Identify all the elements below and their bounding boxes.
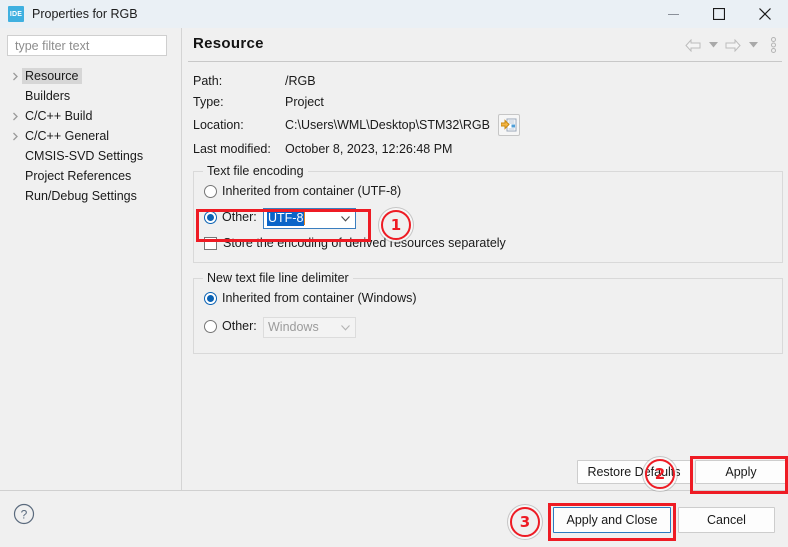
svg-text:?: ? [21,508,28,522]
group-legend: Text file encoding [203,164,308,178]
sidebar-item-label: Resource [22,68,82,84]
help-question-icon[interactable]: ? [13,503,35,525]
encoding-other-radio-row[interactable]: Other: [204,210,257,224]
checkbox-icon[interactable] [204,236,217,250]
sidebar-item-label: Run/Debug Settings [25,189,137,203]
field-label: Location: [193,118,244,132]
encoding-combobox-value: UTF-8 [267,211,305,226]
app-icon: IDE [8,6,24,22]
header-divider [188,61,782,62]
cancel-label: Cancel [707,513,746,527]
field-location: Location: C:\Users\WML\Desktop\STM32\RGB [193,112,520,138]
app-icon-label: IDE [9,10,23,18]
sidebar-item-label: CMSIS-SVD Settings [25,149,144,163]
encoding-combobox[interactable]: UTF-8 [263,208,356,229]
field-value: /RGB [285,73,316,88]
radio-button-icon[interactable] [204,319,217,333]
annotation-marker-3: 3 [510,507,540,537]
resource-page: Resource Path: /RGB Type: Project Locati… [182,28,788,490]
annotation-marker-2: 2 [645,459,675,489]
properties-dialog: IDE Properties for RGB Resource [0,0,788,547]
radio-button-icon[interactable] [204,184,217,198]
text-file-encoding-group: Text file encoding Inherited from contai… [193,164,783,263]
back-dropdown-chevron-down-icon[interactable] [704,36,722,54]
sidebar-item-run-debug-settings[interactable]: Run/Debug Settings [0,186,181,206]
title-bar: IDE Properties for RGB [0,0,788,28]
encoding-other-label: Other: [222,210,257,224]
sidebar-item-label: C/C++ General [25,129,110,143]
minimize-button[interactable] [650,0,696,28]
back-arrow-icon[interactable] [684,36,702,54]
vertical-dots-icon[interactable] [764,36,782,54]
window-controls [650,0,788,28]
sidebar-item-project-references[interactable]: Project References [0,166,181,186]
forward-dropdown-chevron-down-icon[interactable] [744,36,762,54]
radio-button-selected-icon[interactable] [204,291,217,305]
close-button[interactable] [742,0,788,28]
page-toolbar [684,36,782,54]
field-path: Path: /RGB [193,70,520,91]
field-value: Project [285,94,324,109]
delimiter-other-label: Other: [222,319,257,333]
maximize-button[interactable] [696,0,742,28]
field-label: Path: [193,73,223,88]
store-derived-checkbox-row[interactable]: Store the encoding of derived resources … [204,236,506,250]
field-label: Last modified: [193,141,271,156]
filter-input[interactable] [13,37,166,54]
group-legend: New text file line delimiter [203,271,353,285]
apply-and-close-label: Apply and Close [566,513,658,527]
sidebar-item-label: C/C++ Build [25,109,93,123]
window-title: Properties for RGB [32,7,138,21]
apply-label: Apply [725,465,757,479]
chevron-right-icon[interactable] [8,112,22,121]
chevron-down-icon [341,318,350,337]
sidebar-item-label: Builders [25,89,71,103]
field-label: Type: [193,94,224,109]
text-cursor [304,212,306,225]
apply-button[interactable]: Apply [695,460,787,484]
sidebar-item-cpp-general[interactable]: C/C++ General [0,126,181,146]
settings-tree: Resource Builders C/C++ Build C/C++ Gene… [0,66,181,206]
delimiter-combobox: Windows [263,317,356,338]
filter-input-wrapper[interactable] [7,35,167,56]
encoding-inherited-radio-row[interactable]: Inherited from container (UTF-8) [204,184,401,198]
radio-button-selected-icon[interactable] [204,210,217,224]
line-delimiter-group: New text file line delimiter Inherited f… [193,271,783,354]
settings-sidebar: Resource Builders C/C++ Build C/C++ Gene… [0,28,182,490]
delimiter-other-radio-row[interactable]: Other: [204,319,257,333]
chevron-down-icon[interactable] [341,209,350,228]
open-folder-icon-button[interactable] [497,114,520,136]
sidebar-item-resource[interactable]: Resource [0,66,181,86]
field-value: October 8, 2023, 12:26:48 PM [285,141,453,156]
page-header: Resource [182,28,788,62]
sidebar-item-label: Project References [25,169,132,183]
chevron-right-icon[interactable] [8,72,22,81]
resource-info-fields: Path: /RGB Type: Project Location: C:\Us… [193,70,520,159]
dialog-footer: ? Apply and Close Cancel [0,491,788,547]
field-type: Type: Project [193,91,520,112]
sidebar-item-cmsis-svd-settings[interactable]: CMSIS-SVD Settings [0,146,181,166]
store-derived-label: Store the encoding of derived resources … [223,236,506,250]
field-value: C:\Users\WML\Desktop\STM32\RGB [285,118,490,132]
sidebar-item-cpp-build[interactable]: C/C++ Build [0,106,181,126]
apply-and-close-button[interactable]: Apply and Close [553,507,671,533]
delimiter-inherited-radio-row[interactable]: Inherited from container (Windows) [204,291,417,305]
encoding-inherited-label: Inherited from container (UTF-8) [222,184,402,198]
chevron-right-icon[interactable] [8,132,22,141]
sidebar-item-builders[interactable]: Builders [0,86,181,106]
field-last-modified: Last modified: October 8, 2023, 12:26:48… [193,138,520,159]
page-title: Resource [193,35,264,52]
delimiter-inherited-label: Inherited from container (Windows) [222,291,417,305]
forward-arrow-icon[interactable] [724,36,742,54]
delimiter-combobox-value: Windows [268,320,319,334]
cancel-button[interactable]: Cancel [678,507,775,533]
annotation-marker-1: 1 [381,210,411,240]
